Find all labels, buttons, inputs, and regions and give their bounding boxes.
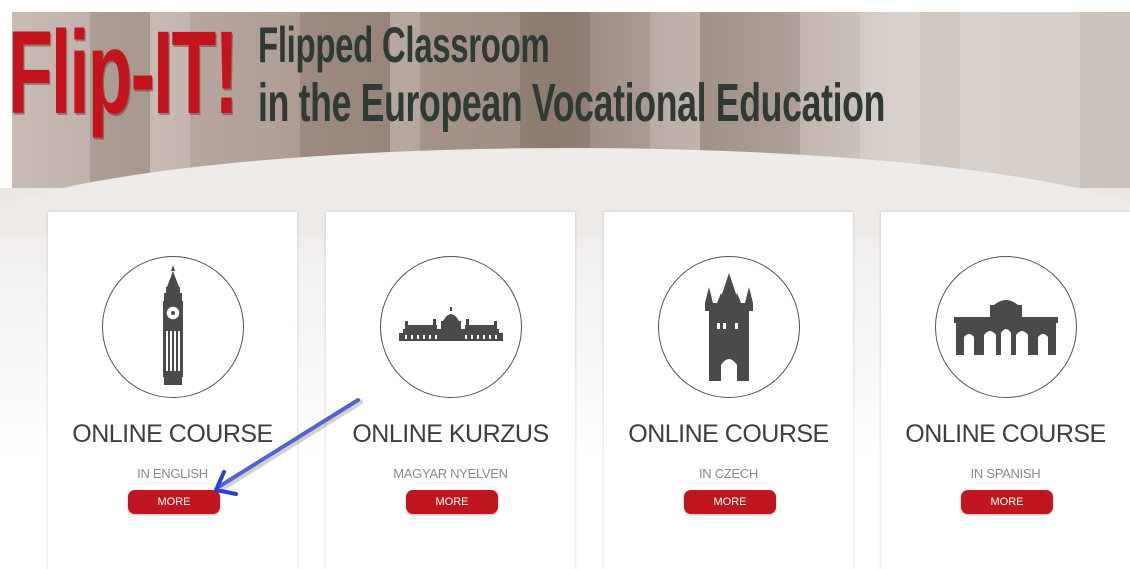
big-ben-icon xyxy=(102,256,244,398)
card-title: ONLINE KURZUS xyxy=(352,420,549,448)
card-subtitle: MAGYAR NYELVEN xyxy=(393,466,508,481)
course-card-hungarian: ONLINE KURZUS MAGYAR NYELVEN MORE xyxy=(326,212,575,569)
logo-flip-it[interactable]: Flip-IT! xyxy=(8,14,239,132)
more-button-czech[interactable]: MORE xyxy=(684,490,776,514)
card-title: ONLINE COURSE xyxy=(628,420,829,448)
card-subtitle: IN CZECH xyxy=(699,466,758,481)
prague-tower-icon xyxy=(658,256,800,398)
page: Flip-IT! Flipped Classroom in the Europe… xyxy=(0,0,1130,569)
logo-tagline-line1: Flipped Classroom xyxy=(258,17,550,73)
card-title: ONLINE COURSE xyxy=(905,420,1106,448)
puerta-de-alcala-icon xyxy=(935,256,1077,398)
more-button-english[interactable]: MORE xyxy=(128,490,220,514)
course-card-english: ONLINE COURSE IN ENGLISH MORE xyxy=(48,212,297,569)
card-title: ONLINE COURSE xyxy=(72,420,273,448)
course-card-spanish: ONLINE COURSE IN SPANISH MORE xyxy=(881,212,1130,569)
logo-tagline-line2: in the European Vocational Education xyxy=(258,73,886,133)
course-card-czech: ONLINE COURSE IN CZECH MORE xyxy=(604,212,853,569)
hungarian-parliament-icon xyxy=(380,256,522,398)
card-subtitle: IN SPANISH xyxy=(970,466,1041,481)
card-subtitle: IN ENGLISH xyxy=(137,466,208,481)
more-button-hungarian[interactable]: MORE xyxy=(406,490,498,514)
more-button-spanish[interactable]: MORE xyxy=(961,490,1053,514)
